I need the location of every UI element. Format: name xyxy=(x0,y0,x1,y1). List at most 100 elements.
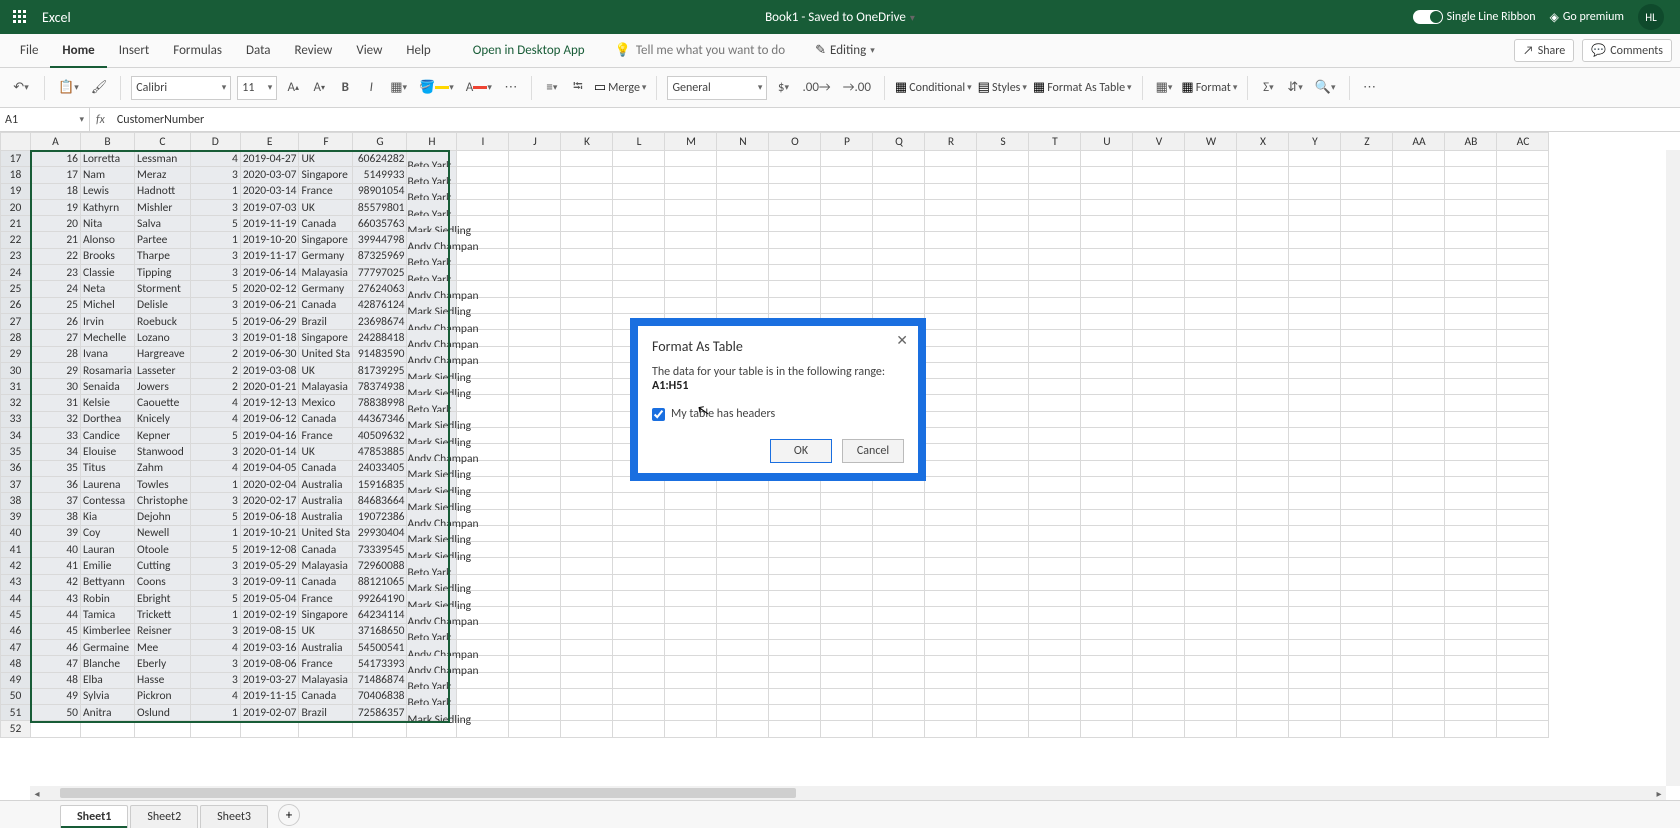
col-header[interactable]: W xyxy=(1185,133,1237,151)
table-row[interactable]: 2120NitaSalva52019-11-19Canada66035763Ma… xyxy=(1,216,1549,232)
font-color-button[interactable]: A▾ xyxy=(463,75,495,101)
col-header[interactable]: O xyxy=(769,133,821,151)
row-header[interactable]: 38 xyxy=(1,493,31,509)
dialog-ok-button[interactable]: OK xyxy=(770,439,832,463)
row-header[interactable]: 37 xyxy=(1,476,31,492)
format-cells-button[interactable]: ▦Format▾ xyxy=(1181,80,1237,95)
autosum-button[interactable]: Σ▾ xyxy=(1258,75,1278,101)
col-header[interactable]: M xyxy=(665,133,717,151)
vertical-scrollbar[interactable] xyxy=(1666,150,1680,786)
app-launcher-icon[interactable] xyxy=(6,3,34,31)
row-header[interactable]: 34 xyxy=(1,428,31,444)
comments-button[interactable]: 💬Comments xyxy=(1582,39,1672,62)
row-header[interactable]: 49 xyxy=(1,672,31,688)
row-header[interactable]: 32 xyxy=(1,395,31,411)
col-header[interactable]: B xyxy=(81,133,135,151)
row-header[interactable]: 23 xyxy=(1,248,31,264)
table-row[interactable]: 1817NamMeraz32020-03-07Singapore5149933B… xyxy=(1,167,1549,183)
col-header[interactable]: F xyxy=(299,133,353,151)
row-header[interactable]: 40 xyxy=(1,525,31,541)
table-row[interactable]: 2423ClassieTipping32019-06-14Malayasia77… xyxy=(1,265,1549,281)
row-header[interactable]: 46 xyxy=(1,623,31,639)
col-header[interactable]: H xyxy=(407,133,457,151)
col-header[interactable]: AB xyxy=(1445,133,1497,151)
bold-button[interactable]: B xyxy=(335,75,355,101)
font-combo[interactable]: Calibri▾ xyxy=(131,76,231,100)
paste-button[interactable]: 📋▾ xyxy=(55,75,82,101)
row-header[interactable]: 21 xyxy=(1,216,31,232)
col-header[interactable]: Y xyxy=(1289,133,1341,151)
col-header[interactable]: V xyxy=(1133,133,1185,151)
row-header[interactable]: 41 xyxy=(1,542,31,558)
col-header[interactable]: Q xyxy=(873,133,925,151)
share-button[interactable]: ↗Share xyxy=(1514,39,1574,62)
table-row[interactable]: 5150AnitraOslund12019-02-07Brazil7258635… xyxy=(1,705,1549,721)
table-row[interactable]: 4948ElbaHasse32019-03-27Malayasia7148687… xyxy=(1,672,1549,688)
row-header[interactable]: 17 xyxy=(1,151,31,167)
currency-button[interactable]: $▾ xyxy=(773,75,793,101)
table-row[interactable]: 4443RobinEbright52019-05-04France9926419… xyxy=(1,591,1549,607)
row-header[interactable]: 48 xyxy=(1,656,31,672)
open-desktop-link[interactable]: Open in Desktop App xyxy=(473,43,585,58)
sheet-tab-1[interactable]: Sheet1 xyxy=(60,805,128,828)
checkbox-input[interactable] xyxy=(652,408,665,421)
row-header[interactable]: 22 xyxy=(1,232,31,248)
row-header[interactable]: 44 xyxy=(1,591,31,607)
table-row[interactable]: 4039CoyNewell12019-10-21United Sta299304… xyxy=(1,525,1549,541)
italic-button[interactable]: I xyxy=(361,75,381,101)
fill-color-button[interactable]: 🪣▾ xyxy=(416,75,457,101)
row-header[interactable]: 27 xyxy=(1,313,31,329)
table-row[interactable]: 2221AlonsoPartee12019-10-20Singapore3994… xyxy=(1,232,1549,248)
col-header[interactable]: G xyxy=(353,133,407,151)
col-header[interactable]: C xyxy=(135,133,191,151)
borders-button[interactable]: ▦▾ xyxy=(387,75,410,101)
col-header[interactable]: Z xyxy=(1341,133,1393,151)
tab-review[interactable]: Review xyxy=(283,34,345,68)
formula-input[interactable]: CustomerNumber xyxy=(111,113,1680,127)
table-row[interactable]: 3938KiaDejohn52019-06-18Australia1907238… xyxy=(1,509,1549,525)
insert-cells-button[interactable]: ▦▾ xyxy=(1153,75,1176,101)
row-header[interactable]: 26 xyxy=(1,297,31,313)
table-row[interactable]: 4746GermaineMee42019-03-16Australia54500… xyxy=(1,639,1549,655)
merge-button[interactable]: ▭ Merge▾ xyxy=(594,80,647,95)
tab-home[interactable]: Home xyxy=(50,34,106,68)
tab-file[interactable]: File xyxy=(8,34,50,68)
decrease-decimal-button[interactable]: .00→ xyxy=(799,75,833,101)
row-header[interactable]: 35 xyxy=(1,444,31,460)
col-header[interactable]: X xyxy=(1237,133,1289,151)
row-header[interactable]: 33 xyxy=(1,411,31,427)
row-header[interactable]: 25 xyxy=(1,281,31,297)
horizontal-scrollbar[interactable]: ◂▸ xyxy=(30,786,1666,800)
table-row[interactable]: 5049SylviaPickron42019-11-15Canada704068… xyxy=(1,688,1549,704)
row-header[interactable]: 42 xyxy=(1,558,31,574)
table-row[interactable]: 2524NetaStorment52020-02-12Germany276240… xyxy=(1,281,1549,297)
number-format-combo[interactable]: General▾ xyxy=(667,76,767,100)
conditional-formatting-button[interactable]: ▦Conditional▾ xyxy=(895,80,972,95)
row-header[interactable]: 19 xyxy=(1,183,31,199)
col-header[interactable]: L xyxy=(613,133,665,151)
col-header[interactable]: R xyxy=(925,133,977,151)
cell-styles-button[interactable]: ▤Styles▾ xyxy=(978,80,1027,95)
col-header[interactable]: N xyxy=(717,133,769,151)
col-header[interactable]: I xyxy=(457,133,509,151)
tab-data[interactable]: Data xyxy=(234,34,283,68)
editing-mode[interactable]: ✎ Editing ▾ xyxy=(815,43,875,58)
single-line-ribbon-toggle[interactable]: Single Line Ribbon xyxy=(1413,10,1536,24)
dialog-cancel-button[interactable]: Cancel xyxy=(842,439,904,463)
undo-button[interactable]: ↶▾ xyxy=(8,75,34,101)
ribbon-overflow-button[interactable]: ⋯ xyxy=(1360,75,1380,101)
table-row[interactable]: 1716LorrettaLessman42019-04-27UK60624282… xyxy=(1,151,1549,167)
tab-view[interactable]: View xyxy=(344,34,394,68)
col-header[interactable]: AA xyxy=(1393,133,1445,151)
tab-help[interactable]: Help xyxy=(394,34,442,68)
table-row[interactable]: 2019KathyrnMishler32019-07-03UK85579801B… xyxy=(1,199,1549,215)
row-header[interactable]: 43 xyxy=(1,574,31,590)
row-header[interactable]: 47 xyxy=(1,639,31,655)
toggle-switch-icon[interactable] xyxy=(1413,10,1443,24)
table-row[interactable]: 4847BlancheEberly32019-08-06France541733… xyxy=(1,656,1549,672)
table-row[interactable]: 3837ContessaChristophe32020-02-17Austral… xyxy=(1,493,1549,509)
table-row[interactable]: 52 xyxy=(1,721,1549,737)
row-header[interactable]: 36 xyxy=(1,460,31,476)
col-header[interactable]: D xyxy=(190,133,240,151)
col-header[interactable]: U xyxy=(1081,133,1133,151)
